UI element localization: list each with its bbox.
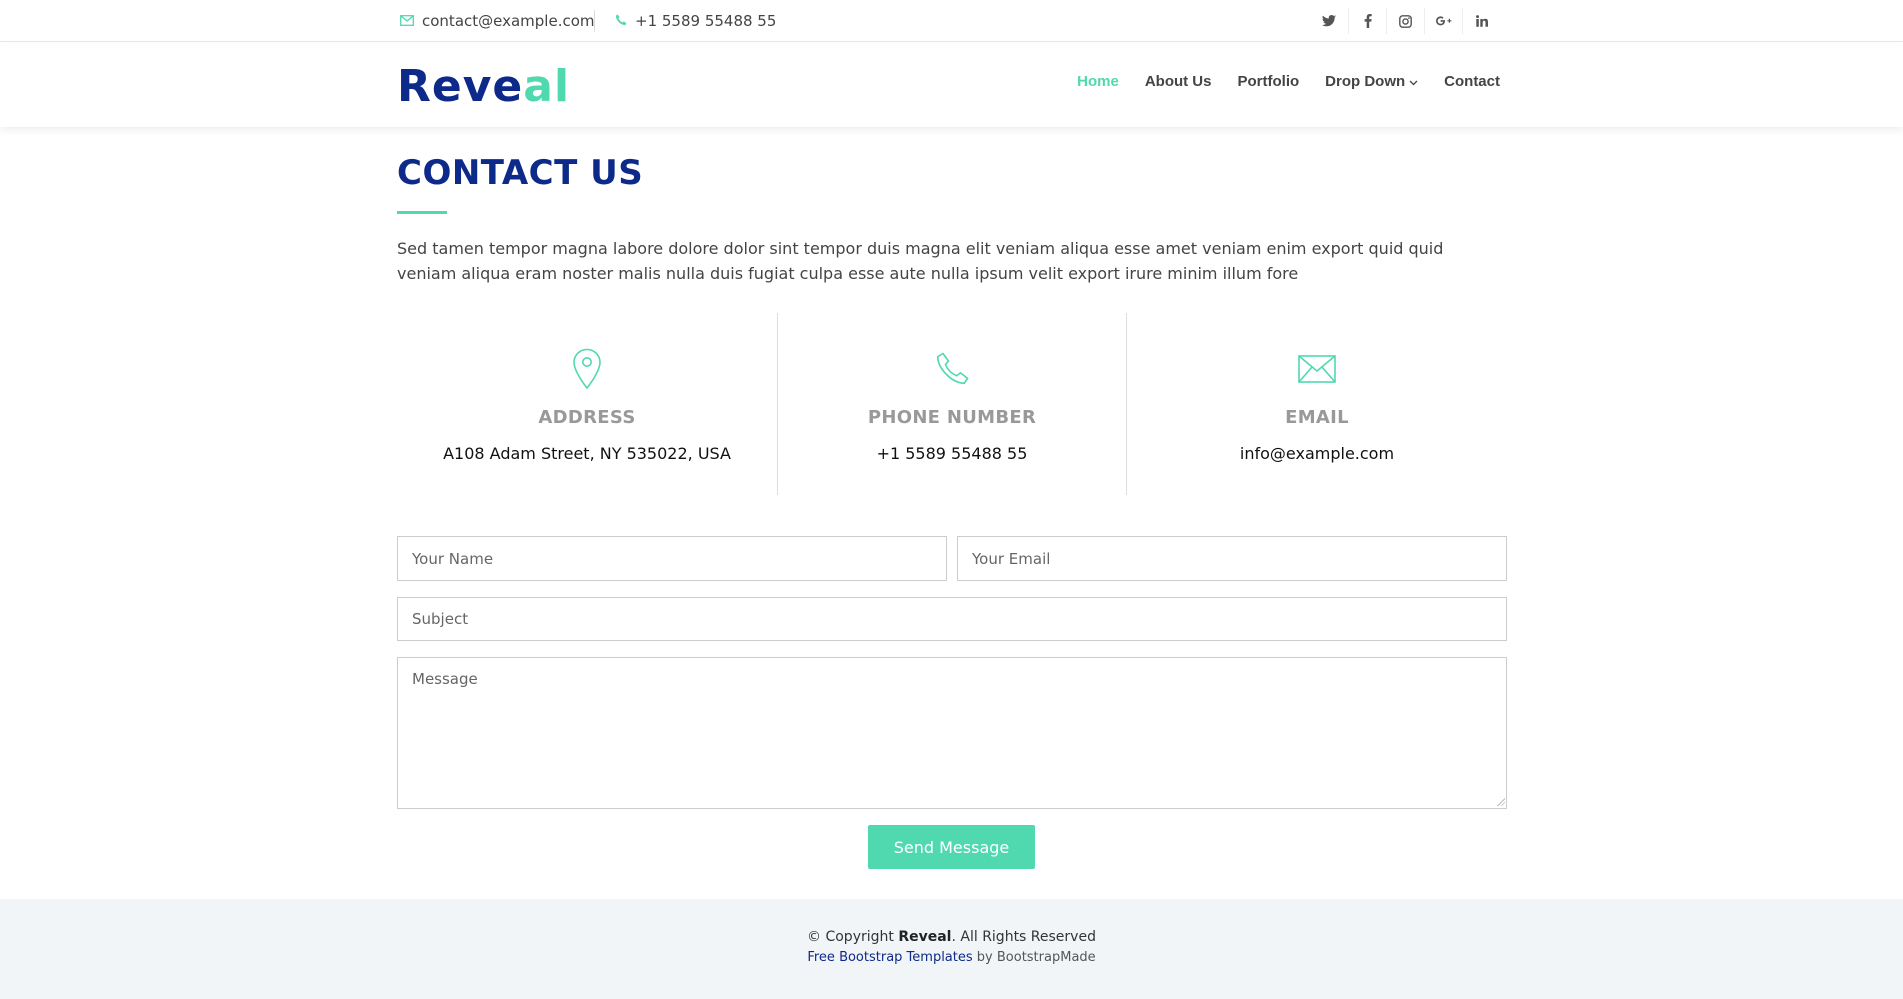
topbar-email-text: contact@example.com xyxy=(422,12,595,30)
nav-item-label: Contact xyxy=(1444,73,1500,90)
logo[interactable]: Reveal xyxy=(397,61,570,112)
subject-input[interactable] xyxy=(397,597,1507,641)
resize-handle[interactable] xyxy=(1496,797,1505,806)
page-title: CONTACT US xyxy=(397,153,644,193)
logo-accent: al xyxy=(523,61,571,112)
phone-icon xyxy=(615,12,627,30)
copyright-brand: Reveal xyxy=(898,929,952,945)
email-input[interactable] xyxy=(957,536,1507,581)
contact-info: Address A108 Adam Street, NY 535022, USA… xyxy=(397,313,1507,495)
envelope-icon xyxy=(1295,347,1339,391)
nav-item-about[interactable]: About Us xyxy=(1145,73,1212,90)
nav-item-label: About Us xyxy=(1144,73,1212,90)
map-pin-icon xyxy=(565,347,609,391)
nav-item-label: Home xyxy=(1077,73,1119,90)
email-value: info@example.com xyxy=(1239,444,1395,463)
nav-item-label: Drop Down xyxy=(1325,73,1406,90)
topbar-email[interactable]: contact@example.com xyxy=(400,12,595,30)
nav-item-contact[interactable]: Contact xyxy=(1444,73,1500,90)
main-nav: Home About Us Portfolio Drop Down Contac… xyxy=(1077,73,1500,90)
title-underline xyxy=(397,211,447,214)
chevron-down-icon xyxy=(1409,73,1418,90)
copyright-prefix: © Copyright xyxy=(807,929,899,945)
address-heading: Address xyxy=(538,407,636,428)
email-card: Email info@example.com xyxy=(1127,313,1507,495)
credits-suffix: by BootstrapMade xyxy=(972,950,1096,965)
logo-main: Reve xyxy=(397,61,524,112)
address-value: A108 Adam Street, NY 535022, USA xyxy=(443,444,731,463)
phone-card: Phone Number +1 5589 55488 55 xyxy=(777,313,1127,495)
copyright-suffix: . All Rights Reserved xyxy=(951,929,1096,945)
send-message-button[interactable]: Send Message xyxy=(868,825,1035,869)
copyright: © Copyright Reveal. All Rights Reserved xyxy=(0,929,1903,945)
nav-item-dropdown[interactable]: Drop Down xyxy=(1325,73,1418,90)
topbar-phone[interactable]: +1 5589 55488 55 xyxy=(615,12,776,30)
site-footer: © Copyright Reveal. All Rights Reserved … xyxy=(0,899,1903,999)
top-bar: contact@example.com +1 5589 55488 55 xyxy=(0,0,1903,42)
nav-item-portfolio[interactable]: Portfolio xyxy=(1238,73,1300,90)
topbar-phone-text: +1 5589 55488 55 xyxy=(635,12,777,30)
name-input[interactable] xyxy=(397,536,947,581)
credits: Free Bootstrap Templates by BootstrapMad… xyxy=(0,950,1903,965)
address-card: Address A108 Adam Street, NY 535022, USA xyxy=(397,313,777,495)
linkedin-icon[interactable] xyxy=(1462,8,1500,34)
email-heading: Email xyxy=(1285,407,1349,428)
site-header: Reveal Home About Us Portfolio Drop Down… xyxy=(0,43,1903,127)
message-input[interactable] xyxy=(397,657,1507,809)
envelope-icon xyxy=(400,12,414,30)
phone-heading: Phone Number xyxy=(867,407,1037,428)
nav-item-label: Portfolio xyxy=(1237,73,1300,90)
phone-icon xyxy=(930,347,974,391)
twitter-icon[interactable] xyxy=(1310,8,1348,34)
nav-item-home[interactable]: Home xyxy=(1077,73,1119,90)
google-plus-icon[interactable] xyxy=(1424,8,1462,34)
intro-text: Sed tamen tempor magna labore dolore dol… xyxy=(397,239,1444,283)
topbar-divider xyxy=(594,10,595,32)
phone-value: +1 5589 55488 55 xyxy=(876,444,1028,463)
credits-link[interactable]: Free Bootstrap Templates xyxy=(807,950,972,965)
instagram-icon[interactable] xyxy=(1386,8,1424,34)
facebook-icon[interactable] xyxy=(1348,8,1386,34)
social-links xyxy=(1310,8,1500,34)
